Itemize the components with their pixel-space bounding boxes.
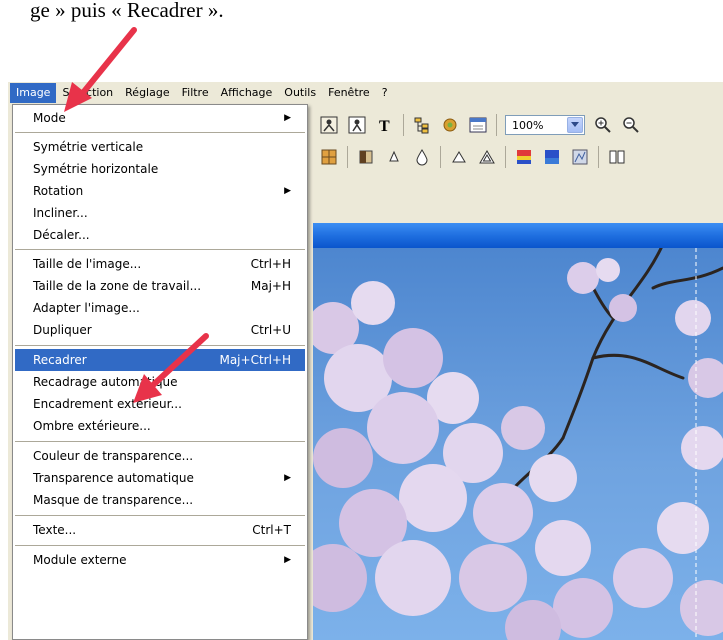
menu-item-taille-image[interactable]: Taille de l'image... Ctrl+H: [15, 253, 305, 275]
effect-icon[interactable]: [570, 147, 590, 167]
book-icon[interactable]: [607, 147, 627, 167]
menu-item-recadrer[interactable]: Recadrer Maj+Ctrl+H: [15, 349, 305, 371]
menu-item-ombre[interactable]: Ombre extérieure...: [15, 415, 305, 437]
menu-item-label: Rotation: [33, 184, 84, 198]
menu-item-label: Couleur de transparence...: [33, 449, 194, 463]
toolbar-separator: [440, 146, 441, 168]
menu-item-label: Module externe: [33, 553, 127, 567]
zoom-value: 100%: [512, 118, 544, 132]
toolbar-separator: [403, 114, 404, 136]
zoom-select[interactable]: 100%: [505, 115, 585, 135]
image-canvas[interactable]: [313, 248, 723, 640]
menu-item-label: Adapter l'image...: [33, 301, 140, 315]
menu-item-transparence-auto[interactable]: Transparence automatique ▶: [15, 467, 305, 489]
menu-item-encadrement[interactable]: Encadrement extérieur...: [15, 393, 305, 415]
triangle-outline-icon[interactable]: [477, 147, 497, 167]
menu-affichage[interactable]: Affichage: [215, 83, 279, 103]
submenu-arrow-icon: ▶: [284, 555, 291, 565]
menu-separator: [15, 545, 305, 546]
menu-item-label: Encadrement extérieur...: [33, 397, 182, 411]
menu-help[interactable]: ?: [376, 83, 394, 103]
submenu-arrow-icon: ▶: [284, 113, 291, 123]
person-box-icon[interactable]: [347, 115, 367, 135]
chevron-down-icon[interactable]: [567, 117, 583, 133]
menu-item-label: Masque de transparence...: [33, 493, 194, 507]
document-caption: ge » puis « Recadrer ».: [30, 0, 224, 22]
menu-item-shortcut: Ctrl+U: [250, 323, 291, 337]
toolbar-separator: [505, 146, 506, 168]
menu-item-label: Recadrer: [33, 353, 87, 367]
menu-reglage[interactable]: Réglage: [119, 83, 175, 103]
image-menu-dropdown: Mode ▶ Symétrie verticale Symétrie horizo…: [12, 104, 308, 640]
menu-item-mode[interactable]: Mode ▶: [15, 107, 305, 129]
menu-item-label: Recadrage automatique: [33, 375, 178, 389]
menu-item-label: Symétrie verticale: [33, 140, 144, 154]
window-icon[interactable]: [468, 115, 488, 135]
menu-outils[interactable]: Outils: [278, 83, 322, 103]
menu-item-label: Décaler...: [33, 228, 90, 242]
menu-separator: [15, 249, 305, 250]
fill-icon[interactable]: [356, 147, 376, 167]
app-window: Image Sélection Réglage Filtre Affichage…: [8, 82, 723, 640]
menu-separator: [15, 345, 305, 346]
toolbar-separator: [347, 146, 348, 168]
menu-separator: [15, 515, 305, 516]
menu-item-label: Mode: [33, 111, 66, 125]
menu-item-decaler[interactable]: Décaler...: [15, 224, 305, 246]
submenu-arrow-icon: ▶: [284, 186, 291, 196]
menu-item-recadrage-auto[interactable]: Recadrage automatique: [15, 371, 305, 393]
blossom-cluster: [313, 258, 723, 640]
menu-separator: [15, 132, 305, 133]
menu-item-label: Dupliquer: [33, 323, 92, 337]
toolbar-separator: [598, 146, 599, 168]
menu-item-label: Texte...: [33, 523, 77, 537]
menu-item-shortcut: Maj+H: [250, 279, 291, 293]
toolbar-separator: [496, 114, 497, 136]
color-swap-icon[interactable]: [542, 147, 562, 167]
menu-item-symetrie-horizontale[interactable]: Symétrie horizontale: [15, 158, 305, 180]
plugin-icon[interactable]: [440, 115, 460, 135]
submenu-arrow-icon: ▶: [284, 473, 291, 483]
drop-icon[interactable]: [412, 147, 432, 167]
menu-selection[interactable]: Sélection: [56, 83, 119, 103]
color-flip-icon[interactable]: [514, 147, 534, 167]
blossom-photo: [313, 248, 723, 640]
zoom-out-icon[interactable]: [621, 115, 641, 135]
menu-item-label: Symétrie horizontale: [33, 162, 159, 176]
menu-separator: [15, 441, 305, 442]
image-window-titlebar[interactable]: [313, 223, 723, 248]
menu-item-label: Ombre extérieure...: [33, 419, 151, 433]
menu-item-adapter-image[interactable]: Adapter l'image...: [15, 297, 305, 319]
triangle-icon[interactable]: [449, 147, 469, 167]
menu-item-shortcut: Ctrl+T: [252, 523, 291, 537]
menu-item-couleur-transparence[interactable]: Couleur de transparence...: [15, 445, 305, 467]
menu-item-dupliquer[interactable]: Dupliquer Ctrl+U: [15, 319, 305, 341]
menu-item-label: Taille de l'image...: [33, 257, 142, 271]
menu-item-rotation[interactable]: Rotation ▶: [15, 180, 305, 202]
menu-item-shortcut: Ctrl+H: [250, 257, 291, 271]
menu-item-label: Taille de la zone de travail...: [33, 279, 202, 293]
menu-item-incliner[interactable]: Incliner...: [15, 202, 305, 224]
menu-filtre[interactable]: Filtre: [176, 83, 215, 103]
toolbar-main: T 100%: [313, 110, 723, 140]
menu-fenetre[interactable]: Fenêtre: [322, 83, 376, 103]
menu-item-masque-transparence[interactable]: Masque de transparence...: [15, 489, 305, 511]
menu-item-label: Transparence automatique: [33, 471, 194, 485]
menu-item-label: Incliner...: [33, 206, 88, 220]
svg-text:T: T: [379, 118, 390, 134]
menu-image[interactable]: Image: [10, 83, 57, 103]
menu-item-texte[interactable]: Texte... Ctrl+T: [15, 519, 305, 541]
menu-item-taille-zone[interactable]: Taille de la zone de travail... Maj+H: [15, 275, 305, 297]
menu-item-shortcut: Maj+Ctrl+H: [219, 353, 291, 367]
person-frame-icon[interactable]: [319, 115, 339, 135]
menu-item-symetrie-verticale[interactable]: Symétrie verticale: [15, 136, 305, 158]
tree-icon[interactable]: [412, 115, 432, 135]
zoom-in-icon[interactable]: [593, 115, 613, 135]
drop-small-icon[interactable]: [384, 147, 404, 167]
text-tool-icon[interactable]: T: [375, 115, 395, 135]
toolbar-secondary: [313, 142, 723, 172]
grid-icon[interactable]: [319, 147, 339, 167]
menu-item-module-externe[interactable]: Module externe ▶: [15, 549, 305, 571]
menubar: Image Sélection Réglage Filtre Affichage…: [8, 82, 723, 104]
